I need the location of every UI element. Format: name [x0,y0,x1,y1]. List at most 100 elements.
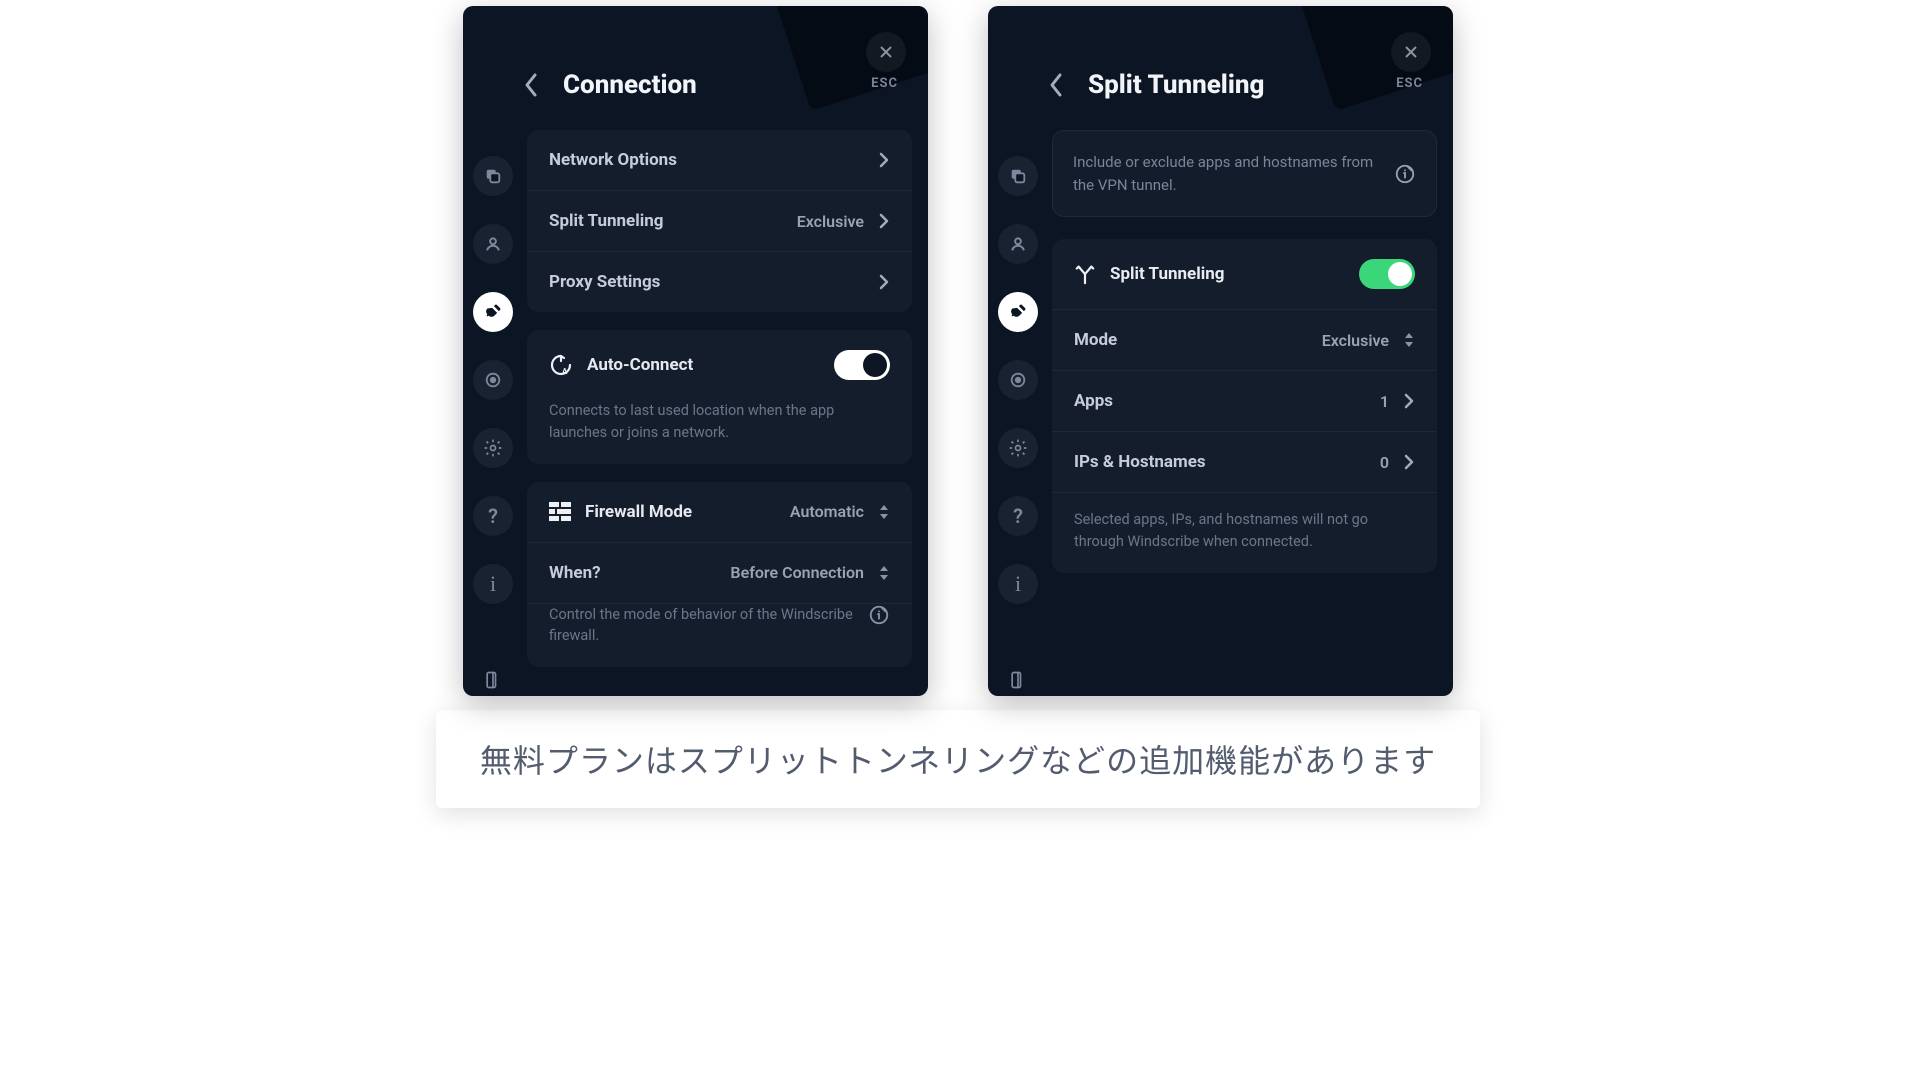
chevron-right-icon [1403,392,1415,410]
nav-about[interactable]: i [473,564,513,604]
split-tunneling-toggle[interactable] [1359,259,1415,289]
chevron-right-icon [878,273,890,291]
sort-icon [878,564,890,582]
nav-general[interactable] [473,156,513,196]
nav-logout[interactable] [473,660,513,696]
window-body: ? i Network Options [463,120,928,696]
chevron-right-icon [878,151,890,169]
firewall-title: Firewall Mode [585,502,776,522]
esc-label: ESC [1396,76,1423,91]
logout-icon [483,670,503,690]
chevron-right-icon [878,212,890,230]
nav-connection[interactable] [998,292,1038,332]
when-value: Before Connection [730,563,864,582]
row-label: Split Tunneling [549,211,783,231]
nav-card: Network Options Split Tunneling Exclusiv… [527,130,912,312]
row-label: Network Options [549,150,864,170]
firewall-info-button[interactable] [868,604,890,626]
esc-label: ESC [871,76,898,91]
sort-icon [1403,331,1415,349]
mode-label: Mode [1074,330,1308,350]
logout-icon [1008,670,1028,690]
autoconnect-description: Connects to last used location when the … [527,400,912,464]
firewall-mode-value: Automatic [790,502,864,521]
row-firewall-mode[interactable]: Firewall Mode Automatic [527,482,912,543]
nav-logout[interactable] [998,660,1038,696]
autoconnect-toggle[interactable] [834,350,890,380]
autoconnect-card: A Auto-Connect Connects to last used loc… [527,330,912,464]
nav-account[interactable] [473,224,513,264]
nav-help[interactable]: ? [473,496,513,536]
row-ips-hostnames[interactable]: IPs & Hostnames 0 [1052,432,1437,493]
svg-text:A: A [562,367,568,376]
hosts-label: IPs & Hostnames [1074,452,1366,472]
hosts-count: 0 [1380,453,1389,472]
row-value: Exclusive [797,212,864,231]
page-title: Connection [563,70,697,100]
gear-icon [1008,438,1028,458]
question-icon: ? [488,504,498,528]
when-label: When? [549,563,716,583]
close-button[interactable] [866,32,906,72]
settings-panel[interactable]: Include or exclude apps and hostnames fr… [1048,120,1453,696]
row-split-tunneling[interactable]: Split Tunneling Exclusive [527,191,912,252]
chevron-left-icon [1048,72,1064,98]
back-button[interactable] [523,72,539,98]
split-footnote: Selected apps, IPs, and hostnames will n… [1052,493,1437,573]
close-icon [1403,44,1419,60]
chevron-left-icon [523,72,539,98]
window-split-tunneling: ESC Split Tunneling [988,6,1453,696]
info-circle-icon [1394,163,1416,185]
side-nav: ? i [463,120,523,696]
split-toggle-label: Split Tunneling [1110,264,1345,284]
row-network-options[interactable]: Network Options [527,130,912,191]
nav-connection[interactable] [473,292,513,332]
autoconnect-title: Auto-Connect [587,355,820,375]
mode-value: Exclusive [1322,331,1389,350]
close-button[interactable] [1391,32,1431,72]
user-icon [1009,235,1027,253]
nav-robert[interactable] [998,360,1038,400]
plug-icon [1008,302,1028,322]
caption: 無料プランはスプリットトンネリングなどの追加機能があります [436,710,1480,808]
nav-settings[interactable] [998,428,1038,468]
firewall-description: Control the mode of behavior of the Wind… [527,604,912,668]
target-icon [484,371,502,389]
row-autoconnect: A Auto-Connect [527,330,912,400]
nav-help[interactable]: ? [998,496,1038,536]
settings-panel[interactable]: Network Options Split Tunneling Exclusiv… [523,120,928,696]
layers-icon [1009,167,1027,185]
user-icon [484,235,502,253]
question-icon: ? [1013,504,1023,528]
autoconnect-icon: A [549,353,573,377]
target-icon [1009,371,1027,389]
window-connection: ESC Connection [463,6,928,696]
nav-about[interactable]: i [998,564,1038,604]
row-firewall-when[interactable]: When? Before Connection [527,543,912,604]
row-apps[interactable]: Apps 1 [1052,371,1437,432]
apps-label: Apps [1074,391,1366,411]
nav-settings[interactable] [473,428,513,468]
sort-icon [878,503,890,521]
info-button[interactable] [1394,163,1416,185]
split-tunnel-card: Split Tunneling Mode Exclusive Apps 1 [1052,239,1437,573]
feature-info-box: Include or exclude apps and hostnames fr… [1052,130,1437,217]
gear-icon [483,438,503,458]
row-split-toggle: Split Tunneling [1052,239,1437,310]
row-proxy-settings[interactable]: Proxy Settings [527,252,912,312]
apps-count: 1 [1380,392,1389,411]
info-icon: i [490,571,496,597]
row-mode[interactable]: Mode Exclusive [1052,310,1437,371]
row-label: Proxy Settings [549,272,864,292]
page-title: Split Tunneling [1088,70,1264,100]
nav-general[interactable] [998,156,1038,196]
infobox-text: Include or exclude apps and hostnames fr… [1073,151,1380,196]
back-button[interactable] [1048,72,1064,98]
layers-icon [484,167,502,185]
window-body: ? i Include or exclude apps and hostname… [988,120,1453,696]
nav-robert[interactable] [473,360,513,400]
nav-account[interactable] [998,224,1038,264]
chevron-right-icon [1403,453,1415,471]
plug-icon [483,302,503,322]
info-icon: i [1015,571,1021,597]
